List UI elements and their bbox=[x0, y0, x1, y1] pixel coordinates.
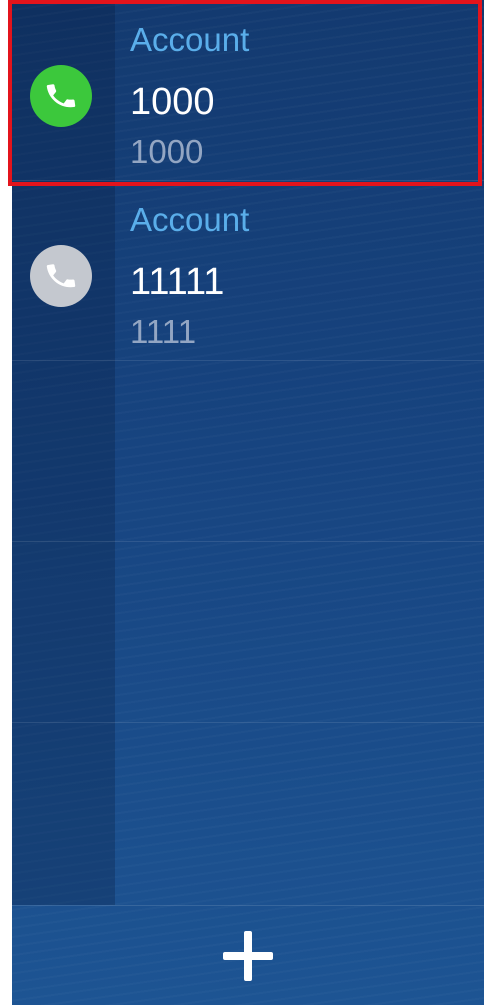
empty-account-slot[interactable] bbox=[12, 542, 484, 723]
account-label: Account bbox=[130, 21, 250, 58]
phone-icon bbox=[30, 245, 92, 307]
account-label: Account bbox=[130, 201, 250, 238]
account-number: 1111 bbox=[130, 313, 197, 350]
account-item[interactable]: Account 11111 1111 bbox=[12, 180, 484, 361]
account-name: 11111 bbox=[130, 261, 225, 303]
account-number: 1000 bbox=[130, 133, 204, 170]
bottom-bar bbox=[12, 905, 484, 1005]
account-name: 1000 bbox=[130, 81, 215, 123]
account-item[interactable]: Account 1000 1000 bbox=[12, 0, 484, 181]
empty-account-slot[interactable] bbox=[12, 361, 484, 542]
empty-account-slot[interactable] bbox=[12, 723, 484, 903]
add-account-button[interactable] bbox=[218, 926, 278, 986]
phone-icon bbox=[30, 65, 92, 127]
account-list-screen: Account 1000 1000 Account 11111 1111 bbox=[12, 0, 484, 1005]
plus-icon bbox=[223, 931, 273, 981]
